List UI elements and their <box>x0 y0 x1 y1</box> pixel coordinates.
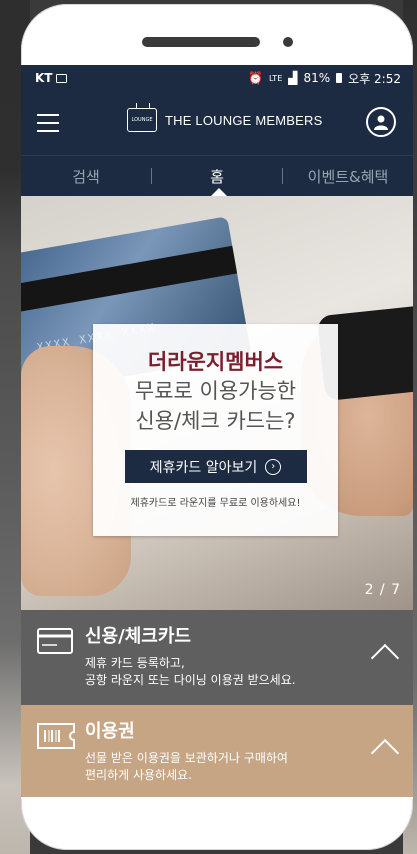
ticket-section[interactable]: 이용권 선물 받은 이용권을 보관하거나 구매하여 편리하게 사용하세요. <box>21 705 413 797</box>
status-right: ⏰ LTE ▟ 81% 오후 2:52 <box>248 70 401 87</box>
signal-icon: ▟ <box>288 71 298 85</box>
alarm-icon: ⏰ <box>248 71 263 85</box>
brand-logo[interactable]: LOUNGE THE LOUNGE MEMBERS <box>127 108 322 132</box>
slide-pager: 2 / 7 <box>364 582 401 598</box>
status-bar: KT ⏰ LTE ▟ 81% 오후 2:52 <box>21 65 413 91</box>
learn-cards-label: 제휴카드 알아보기 <box>149 459 258 476</box>
signal-type: LTE <box>268 73 283 83</box>
phone-camera <box>283 37 293 47</box>
credit-card-icon <box>37 628 73 658</box>
tab-search[interactable]: 검색 <box>21 166 151 187</box>
profile-icon[interactable] <box>366 107 396 137</box>
carrier: KT <box>35 71 68 85</box>
carrier-label: KT <box>35 71 53 85</box>
arrow-right-icon: › <box>265 458 282 475</box>
ticket-desc-line-1: 선물 받은 이용권을 보관하거나 구매하여 <box>85 751 288 765</box>
app-screen: KT ⏰ LTE ▟ 81% 오후 2:52 LOUNGE THE LOUNGE… <box>21 65 413 799</box>
promo-title: 더라운지멤버스 <box>147 350 284 374</box>
phone-speaker <box>142 37 260 47</box>
ticket-section-desc: 선물 받은 이용권을 보관하거나 구매하여 편리하게 사용하세요. <box>85 750 413 784</box>
app-header: LOUNGE THE LOUNGE MEMBERS <box>21 91 413 155</box>
tab-bar: 검색 홈 이벤트&혜택 <box>21 155 413 196</box>
battery-level: 81% <box>303 71 331 85</box>
promo-line-2: 신용/체크 카드는? <box>135 409 296 433</box>
card-section-title: 신용/체크카드 <box>85 626 191 647</box>
learn-cards-button[interactable]: 제휴카드 알아보기 › <box>124 450 307 483</box>
ticket-desc-line-2: 편리하게 사용하세요. <box>85 768 192 782</box>
notification-icon <box>56 73 68 83</box>
menu-icon[interactable] <box>37 114 59 132</box>
card-desc-line-2: 공항 라운지 또는 다이닝 이용권 받으세요. <box>85 673 296 687</box>
promo-box: 더라운지멤버스 무료로 이용가능한 신용/체크 카드는? 제휴카드 알아보기 ›… <box>93 324 338 536</box>
brand-name: THE LOUNGE MEMBERS <box>165 112 323 128</box>
battery-icon <box>336 73 343 83</box>
phone-frame: KT ⏰ LTE ▟ 81% 오후 2:52 LOUNGE THE LOUNGE… <box>21 4 413 850</box>
clock: 오후 2:52 <box>348 71 401 86</box>
card-section-desc: 제휴 카드 등록하고, 공항 라운지 또는 다이닝 이용권 받으세요. <box>85 655 413 689</box>
tab-home[interactable]: 홈 <box>152 166 282 187</box>
tab-events[interactable]: 이벤트&혜택 <box>283 166 413 187</box>
ticket-icon <box>37 723 75 753</box>
logo-small-text: LOUNGE <box>131 117 153 123</box>
active-tab-indicator <box>211 188 227 196</box>
ticket-section-title: 이용권 <box>85 721 135 742</box>
hero-banner[interactable]: XXXX XXXX XXXX 더라운지멤버스 무료로 이용가능한 신용/체크 카… <box>21 196 413 610</box>
promo-note: 제휴카드로 라운지를 무료로 이용하세요! <box>130 498 301 509</box>
card-desc-line-1: 제휴 카드 등록하고, <box>85 656 185 670</box>
card-section[interactable]: 신용/체크카드 제휴 카드 등록하고, 공항 라운지 또는 다이닝 이용권 받으… <box>21 610 413 705</box>
tv-logo-icon: LOUNGE <box>127 108 157 132</box>
promo-line-1: 무료로 이용가능한 <box>134 379 297 403</box>
